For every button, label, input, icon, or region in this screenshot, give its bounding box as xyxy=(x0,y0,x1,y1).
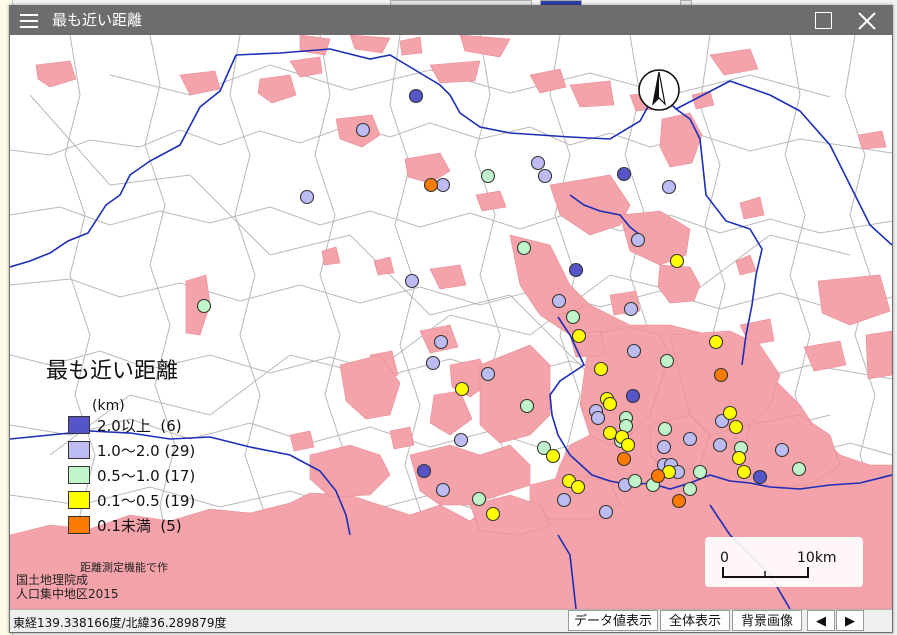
point-class-05to1 xyxy=(659,353,675,369)
point-class-01to05 xyxy=(736,464,752,480)
next-button[interactable]: ▶ xyxy=(836,610,864,631)
point-class-01to05 xyxy=(593,361,609,377)
point-class-01to05 xyxy=(620,437,636,453)
point-class-1to2 xyxy=(682,431,698,447)
point-class-01to05 xyxy=(485,506,501,522)
point-class-05to1 xyxy=(791,461,807,477)
point-class-05to1 xyxy=(657,421,673,437)
point-class-2plus xyxy=(568,262,584,278)
point-class-1to2 xyxy=(433,334,449,350)
legend-swatch xyxy=(68,516,90,534)
credit-tool: 距離測定機能で作 xyxy=(80,561,168,574)
point-class-1to2 xyxy=(435,177,451,193)
close-button[interactable] xyxy=(856,10,878,32)
credit-source: 国土地理院成 xyxy=(16,573,89,587)
point-class-2plus xyxy=(616,166,632,182)
point-class-05to1 xyxy=(519,398,535,414)
scale-bar-line xyxy=(722,567,809,578)
point-class-2plus xyxy=(752,469,768,485)
point-class-1to2 xyxy=(712,437,728,453)
point-class-1to2 xyxy=(530,155,546,171)
legend-swatch xyxy=(68,416,90,434)
legend-label: 0.1未満 (5) xyxy=(97,516,182,535)
legend-label: 0.1～0.5 (19) xyxy=(97,491,196,510)
point-class-1to2 xyxy=(556,492,572,508)
point-class-05to1 xyxy=(682,481,698,497)
legend-swatch xyxy=(68,441,90,459)
point-class-1to2 xyxy=(590,410,606,426)
point-class-05to1 xyxy=(565,309,581,325)
legend-title: 最も近い距離 xyxy=(46,359,179,384)
close-icon xyxy=(858,12,876,30)
point-class-1to2 xyxy=(656,439,672,455)
point-class-1to2 xyxy=(626,343,642,359)
point-class-1to2 xyxy=(774,442,790,458)
point-class-1to2 xyxy=(435,482,451,498)
point-class-1to2 xyxy=(453,432,469,448)
point-class-1to2 xyxy=(480,366,496,382)
legend-label: 1.0～2.0 (29) xyxy=(97,441,196,460)
point-class-1to2 xyxy=(630,232,646,248)
legend-label: 2.0以上 (6) xyxy=(97,416,182,435)
point-class-2plus xyxy=(416,463,432,479)
point-class-01to05 xyxy=(602,425,618,441)
point-class-05to1 xyxy=(516,240,532,256)
point-class-01to05 xyxy=(545,448,561,464)
point-class-1to2 xyxy=(537,168,553,184)
point-class-under01 xyxy=(423,177,439,193)
point-class-1to2 xyxy=(598,504,614,520)
maximize-button[interactable] xyxy=(815,12,832,29)
legend-swatch xyxy=(68,491,90,509)
scale-bar: 0 10km xyxy=(705,537,863,587)
prev-button[interactable]: ◀ xyxy=(807,610,835,631)
north-arrow-icon xyxy=(638,69,680,111)
background-image-button[interactable]: 背景画像 xyxy=(732,610,802,631)
legend-swatch xyxy=(68,466,90,484)
point-class-under01 xyxy=(616,451,632,467)
point-class-1to2 xyxy=(623,301,639,317)
point-class-01to05 xyxy=(728,419,744,435)
legend-unit: (km) xyxy=(92,398,125,414)
point-class-1to2 xyxy=(661,179,677,195)
point-class-1to2 xyxy=(404,273,420,289)
status-bar: 東経139.338166度/北緯36.289879度 データ値表示 全体表示 背… xyxy=(10,609,892,632)
full-view-button[interactable]: 全体表示 xyxy=(660,610,730,631)
credit-did: 人口集中地区2015 xyxy=(16,587,119,601)
point-class-05to1 xyxy=(480,168,496,184)
point-class-01to05 xyxy=(571,328,587,344)
point-class-01to05 xyxy=(454,381,470,397)
point-class-1to2 xyxy=(551,293,567,309)
point-class-05to1 xyxy=(471,491,487,507)
point-class-2plus xyxy=(408,88,424,104)
title-bar[interactable]: 最も近い距離 xyxy=(10,6,892,35)
point-class-01to05 xyxy=(602,396,618,412)
point-class-01to05 xyxy=(708,334,724,350)
point-class-01to05 xyxy=(731,450,747,466)
point-class-01to05 xyxy=(570,479,586,495)
legend-item: 2.0以上 (6) xyxy=(68,415,182,435)
point-class-under01 xyxy=(671,493,687,509)
map-window: 最も近い距離 最も近い距離 (km) 2.0以上 (6) 1.0～2.0 (29… xyxy=(9,5,893,633)
hamburger-menu-icon[interactable] xyxy=(20,14,38,28)
point-class-01to05 xyxy=(669,253,685,269)
point-class-05to1 xyxy=(196,298,212,314)
point-class-01to05 xyxy=(722,405,738,421)
point-class-under01 xyxy=(713,367,729,383)
point-class-1to2 xyxy=(299,189,315,205)
data-value-button[interactable]: データ値表示 xyxy=(568,610,658,631)
point-class-2plus xyxy=(625,388,641,404)
point-class-1to2 xyxy=(355,122,371,138)
legend-label: 0.5～1.0 (17) xyxy=(97,466,196,485)
window-title: 最も近い距離 xyxy=(52,11,143,29)
legend-item: 0.5～1.0 (17) xyxy=(68,465,195,485)
legend-item: 0.1～0.5 (19) xyxy=(68,490,195,510)
coordinate-readout: 東経139.338166度/北緯36.289879度 xyxy=(13,616,227,630)
point-class-1to2 xyxy=(425,355,441,371)
legend-item: 1.0～2.0 (29) xyxy=(68,440,195,460)
point-class-05to1 xyxy=(627,473,643,489)
legend-item: 0.1未満 (5) xyxy=(68,515,182,535)
point-class-05to1 xyxy=(692,464,708,480)
point-class-under01 xyxy=(650,468,666,484)
